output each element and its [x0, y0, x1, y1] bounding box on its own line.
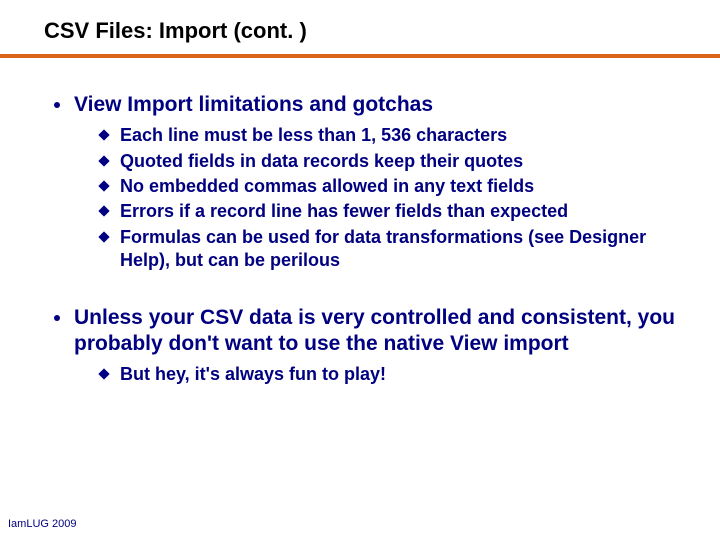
bullet-dot-icon	[54, 102, 60, 108]
bullet-diamond-icon	[98, 368, 109, 379]
bullet-text: Each line must be less than 1, 536 chara…	[120, 124, 507, 147]
bullet-diamond-icon	[98, 206, 109, 217]
slide-content: View Import limitations and gotchas Each…	[0, 52, 720, 386]
bullet-level2: Formulas can be used for data transforma…	[100, 226, 684, 273]
bullet-text: Unless your CSV data is very controlled …	[74, 305, 684, 358]
bullet-level2: Errors if a record line has fewer fields…	[100, 200, 684, 223]
bullet-level2: But hey, it's always fun to play!	[100, 363, 684, 386]
bullet-text: No embedded commas allowed in any text f…	[120, 175, 534, 198]
bullet-level2: Quoted fields in data records keep their…	[100, 150, 684, 173]
divider	[0, 54, 720, 58]
bullet-diamond-icon	[98, 155, 109, 166]
bullet-text: Errors if a record line has fewer fields…	[120, 200, 568, 223]
bullet-level1: Unless your CSV data is very controlled …	[54, 305, 684, 358]
bullet-dot-icon	[54, 315, 60, 321]
bullet-text: But hey, it's always fun to play!	[120, 363, 386, 386]
bullet-text: Quoted fields in data records keep their…	[120, 150, 523, 173]
footer-text: IamLUG 2009	[8, 518, 76, 530]
bullet-level2: No embedded commas allowed in any text f…	[100, 175, 684, 198]
bullet-level1: View Import limitations and gotchas	[54, 92, 684, 118]
bullet-level2: Each line must be less than 1, 536 chara…	[100, 124, 684, 147]
bullet-text: Formulas can be used for data transforma…	[120, 226, 684, 273]
bullet-diamond-icon	[98, 231, 109, 242]
bullet-diamond-icon	[98, 130, 109, 141]
slide: CSV Files: Import (cont. )	[0, 0, 720, 44]
bullet-text: View Import limitations and gotchas	[74, 92, 433, 118]
bullet-diamond-icon	[98, 180, 109, 191]
slide-title: CSV Files: Import (cont. )	[44, 18, 684, 44]
